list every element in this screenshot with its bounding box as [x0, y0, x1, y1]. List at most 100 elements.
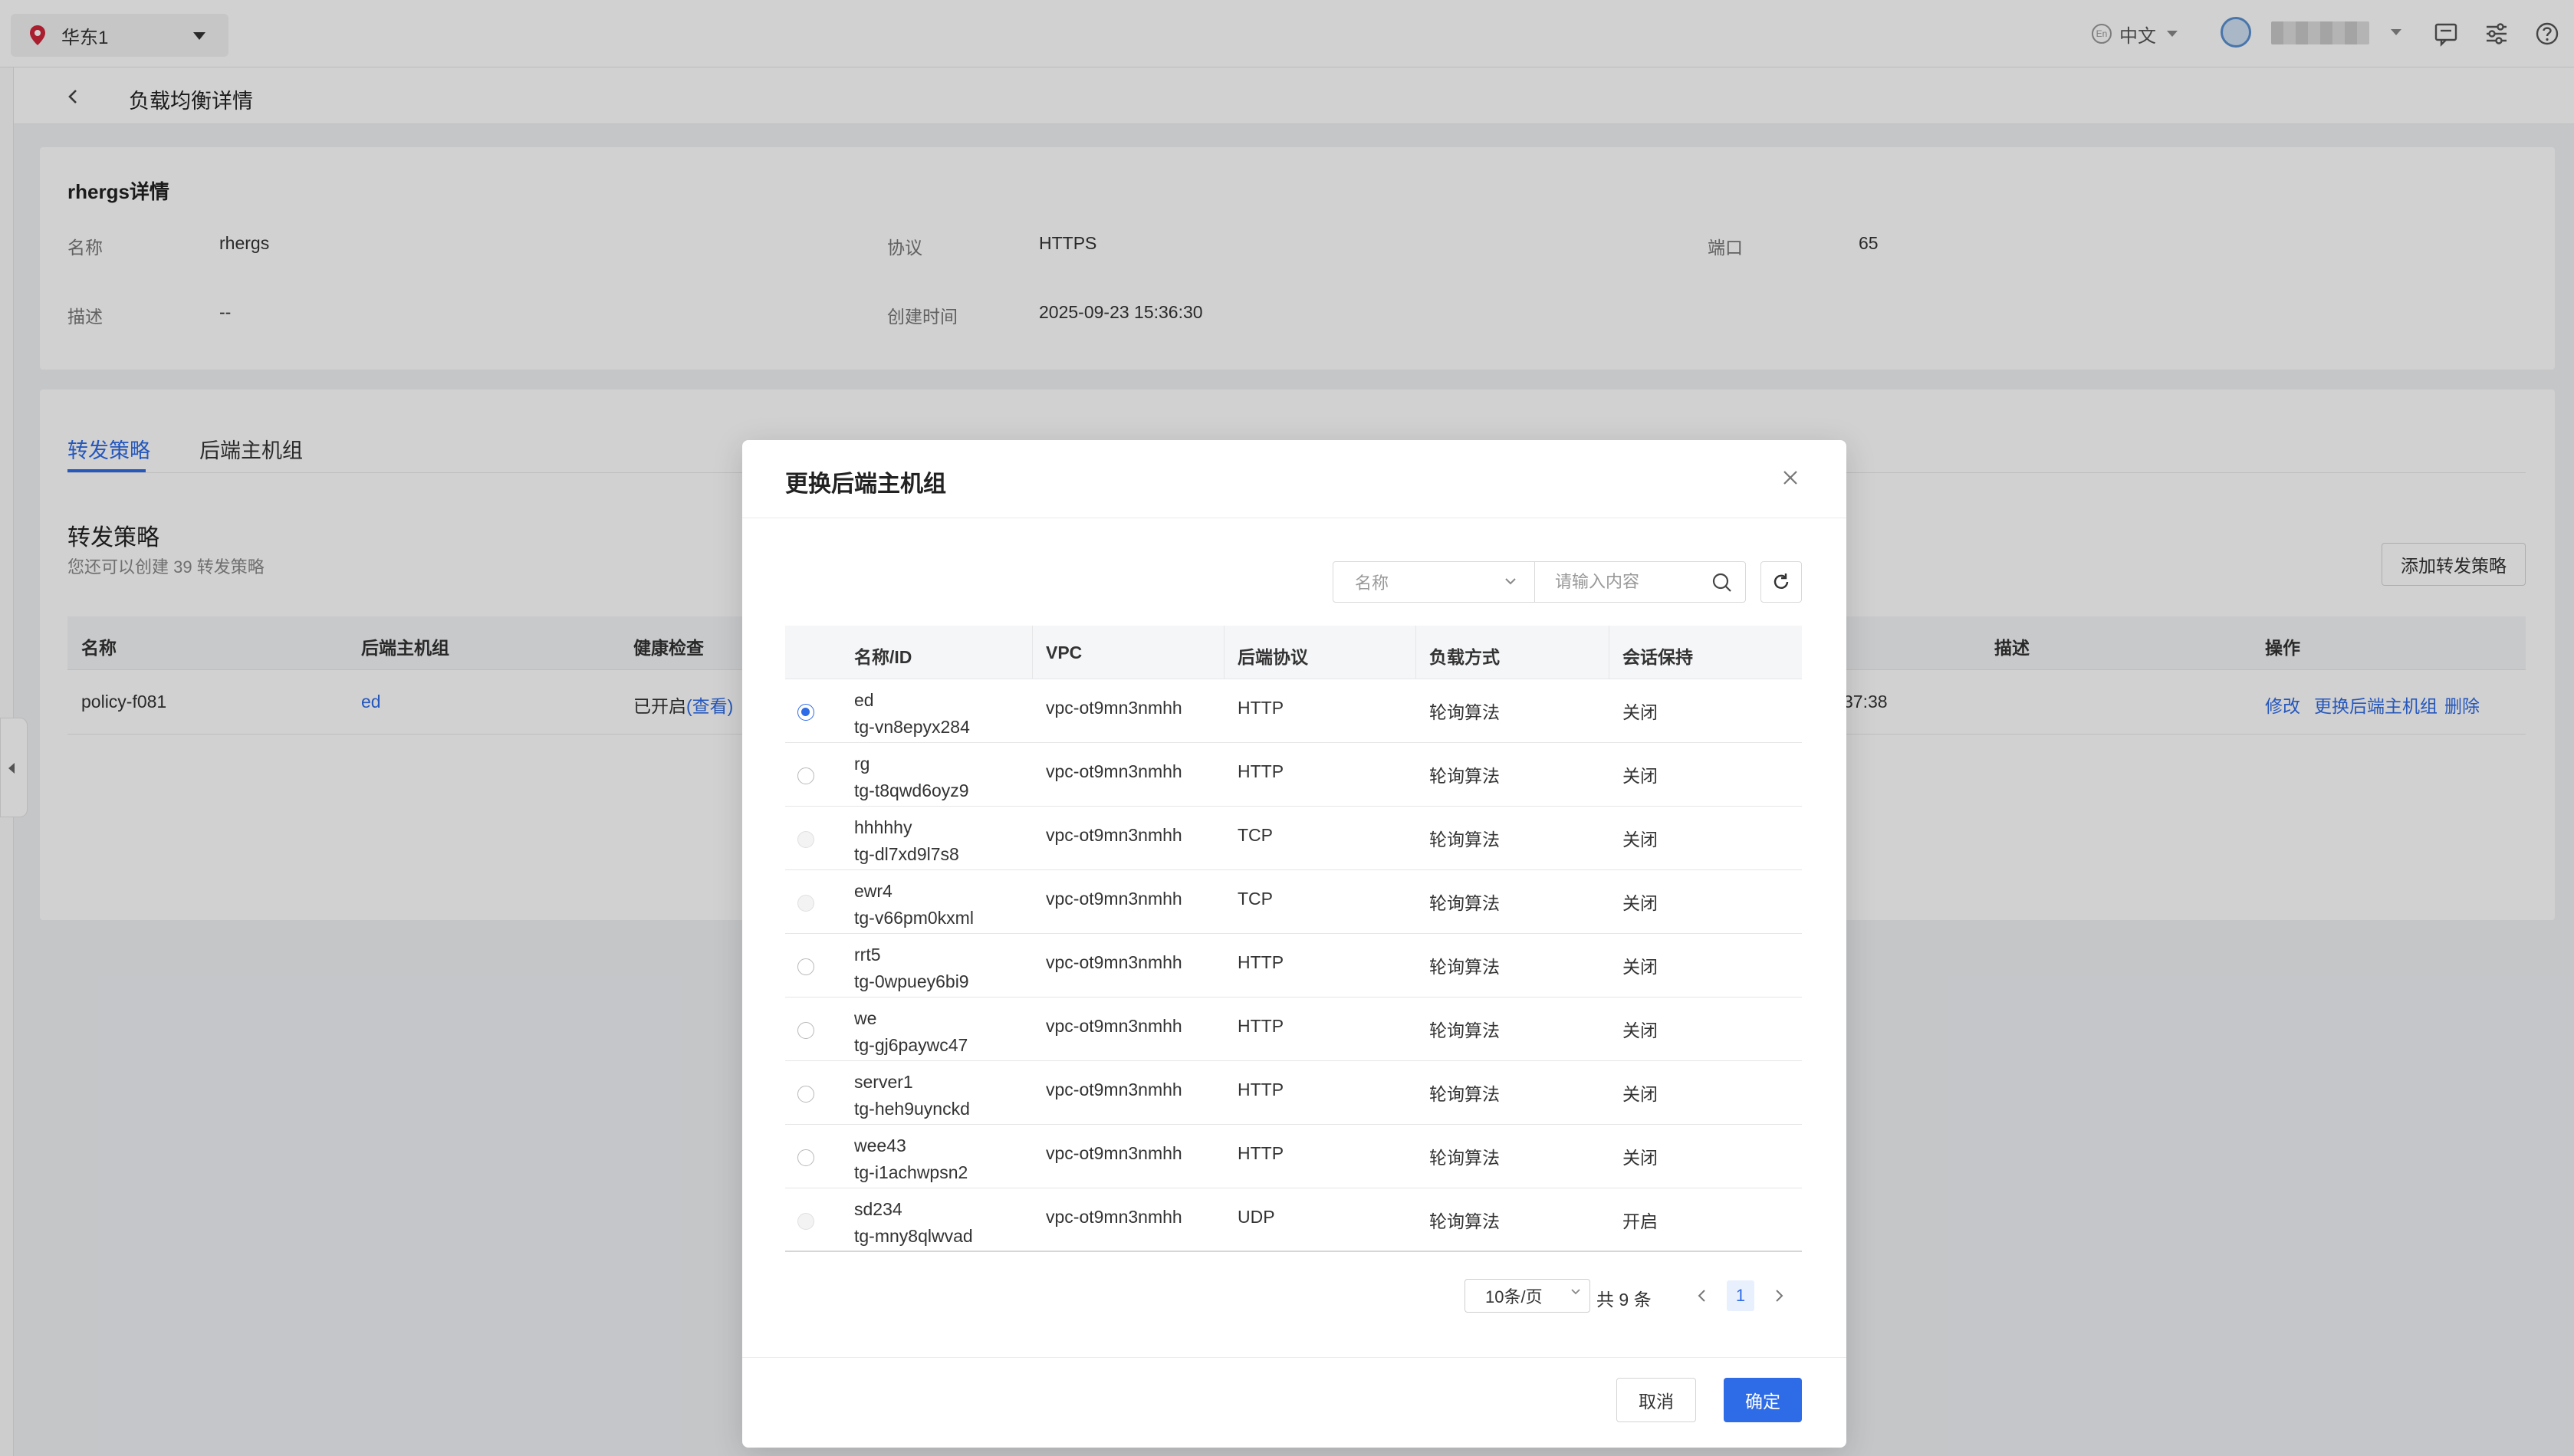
- dialog-footer: 取消 确定: [742, 1357, 1846, 1448]
- column-header-method: 负载方式: [1429, 647, 1500, 667]
- group-id: tg-vn8epyx284: [854, 717, 970, 737]
- group-method: 轮询算法: [1429, 893, 1500, 913]
- group-name: server1: [854, 1072, 913, 1092]
- table-body: ed tg-vn8epyx284 vpc-ot9mn3nmhh HTTP 轮询算法 关闭 r…: [785, 679, 1802, 1252]
- total-count: 共 9 条: [1596, 1290, 1652, 1310]
- column-header-protocol: 后端协议: [1238, 647, 1308, 667]
- row-radio[interactable]: [797, 767, 814, 784]
- group-session: 关闭: [1622, 1021, 1658, 1040]
- column-header-name-id: 名称/ID: [854, 647, 912, 667]
- cancel-button[interactable]: 取消: [1616, 1378, 1696, 1422]
- row-radio: [797, 831, 814, 848]
- row-radio[interactable]: [797, 1149, 814, 1166]
- group-vpc: vpc-ot9mn3nmhh: [1046, 1080, 1182, 1099]
- backend-group-table: 名称/ID VPC 后端协议 负载方式 会话保持 ed tg-vn8epyx284…: [785, 626, 1802, 1252]
- table-row[interactable]: ed tg-vn8epyx284 vpc-ot9mn3nmhh HTTP 轮询算法 关闭: [785, 679, 1802, 743]
- group-protocol: HTTP: [1238, 1080, 1284, 1099]
- column-header-session: 会话保持: [1622, 647, 1693, 667]
- group-method: 轮询算法: [1429, 830, 1500, 850]
- group-name: sd234: [854, 1199, 902, 1219]
- group-method: 轮询算法: [1429, 1084, 1500, 1104]
- page-size-label: 10条/页: [1485, 1287, 1543, 1306]
- group-id: tg-gj6paywc47: [854, 1035, 968, 1055]
- group-session: 关闭: [1622, 830, 1658, 850]
- table-row: hhhhhy tg-dl7xd9l7s8 vpc-ot9mn3nmhh TCP 轮询算法…: [785, 807, 1802, 870]
- next-page-icon[interactable]: [1770, 1287, 1788, 1305]
- group-session: 关闭: [1622, 1084, 1658, 1104]
- group-vpc: vpc-ot9mn3nmhh: [1046, 698, 1182, 718]
- table-row[interactable]: rg tg-t8qwd6oyz9 vpc-ot9mn3nmhh HTTP 轮询算法 关闭: [785, 743, 1802, 807]
- group-name-id: ewr4 tg-v66pm0kxml: [854, 878, 974, 932]
- group-name-id: server1 tg-heh9uynckd: [854, 1069, 970, 1122]
- refresh-icon: [1774, 574, 1789, 589]
- page-number-current[interactable]: 1: [1727, 1280, 1754, 1311]
- group-name: we: [854, 1008, 877, 1028]
- group-vpc: vpc-ot9mn3nmhh: [1046, 1016, 1182, 1036]
- group-name-id: ed tg-vn8epyx284: [854, 687, 970, 741]
- group-name: hhhhhy: [854, 817, 912, 837]
- group-id: tg-t8qwd6oyz9: [854, 781, 969, 800]
- group-name-id: wee43 tg-i1achwpsn2: [854, 1132, 968, 1186]
- group-method: 轮询算法: [1429, 1211, 1500, 1231]
- group-protocol: TCP: [1238, 889, 1273, 909]
- group-name: ed: [854, 690, 874, 710]
- group-method: 轮询算法: [1429, 1148, 1500, 1168]
- group-session: 关闭: [1622, 893, 1658, 913]
- table-row[interactable]: server1 tg-heh9uynckd vpc-ot9mn3nmhh HTTP 轮询…: [785, 1061, 1802, 1125]
- table-row[interactable]: we tg-gj6paywc47 vpc-ot9mn3nmhh HTTP 轮询算法 关闭: [785, 998, 1802, 1061]
- group-protocol: HTTP: [1238, 698, 1284, 718]
- group-id: tg-mny8qlwvad: [854, 1226, 973, 1246]
- group-id: tg-i1achwpsn2: [854, 1162, 968, 1182]
- row-radio[interactable]: [797, 1086, 814, 1103]
- row-radio[interactable]: [797, 1022, 814, 1039]
- group-name: wee43: [854, 1136, 906, 1155]
- group-vpc: vpc-ot9mn3nmhh: [1046, 952, 1182, 972]
- table-row: ewr4 tg-v66pm0kxml vpc-ot9mn3nmhh TCP 轮询算法 关闭: [785, 870, 1802, 934]
- group-vpc: vpc-ot9mn3nmhh: [1046, 1207, 1182, 1227]
- row-radio[interactable]: [797, 958, 814, 975]
- group-name-id: hhhhhy tg-dl7xd9l7s8: [854, 814, 959, 868]
- group-session: 关闭: [1622, 957, 1658, 977]
- chevron-down-icon: [1505, 578, 1516, 585]
- group-id: tg-0wpuey6bi9: [854, 971, 969, 991]
- group-session: 关闭: [1622, 702, 1658, 722]
- group-vpc: vpc-ot9mn3nmhh: [1046, 1143, 1182, 1163]
- table-row: sd234 tg-mny8qlwvad vpc-ot9mn3nmhh UDP 轮询算法 开…: [785, 1188, 1802, 1252]
- row-radio: [797, 895, 814, 912]
- group-vpc: vpc-ot9mn3nmhh: [1046, 761, 1182, 781]
- confirm-button[interactable]: 确定: [1724, 1378, 1802, 1422]
- group-name: rrt5: [854, 945, 881, 965]
- group-protocol: TCP: [1238, 825, 1273, 845]
- prev-page-icon[interactable]: [1693, 1287, 1711, 1305]
- group-name-id: sd234 tg-mny8qlwvad: [854, 1196, 973, 1250]
- group-protocol: UDP: [1238, 1207, 1275, 1227]
- refresh-button[interactable]: [1760, 561, 1802, 603]
- dialog-header: 更换后端主机组: [742, 440, 1846, 518]
- group-session: 关闭: [1622, 766, 1658, 786]
- page-size-select[interactable]: 10条/页: [1465, 1279, 1590, 1313]
- column-header-vpc: VPC: [1046, 643, 1083, 662]
- group-vpc: vpc-ot9mn3nmhh: [1046, 825, 1182, 845]
- dialog-title: 更换后端主机组: [785, 472, 946, 497]
- group-method: 轮询算法: [1429, 957, 1500, 977]
- column-divider: [1224, 626, 1225, 679]
- change-backend-group-dialog: 更换后端主机组 名称 名称/ID VPC 后端协议 负载方式: [742, 440, 1846, 1448]
- table-row[interactable]: wee43 tg-i1achwpsn2 vpc-ot9mn3nmhh HTTP 轮询算法…: [785, 1125, 1802, 1188]
- group-id: tg-v66pm0kxml: [854, 908, 974, 928]
- table-row[interactable]: rrt5 tg-0wpuey6bi9 vpc-ot9mn3nmhh HTTP 轮询算法 关…: [785, 934, 1802, 998]
- group-method: 轮询算法: [1429, 766, 1500, 786]
- group-name-id: rg tg-t8qwd6oyz9: [854, 751, 969, 804]
- group-session: 关闭: [1622, 1148, 1658, 1168]
- close-icon[interactable]: [1779, 466, 1802, 489]
- column-divider: [1415, 626, 1416, 679]
- group-name: ewr4: [854, 881, 893, 901]
- search-icon[interactable]: [1710, 570, 1734, 595]
- row-radio[interactable]: [797, 704, 814, 721]
- group-id: tg-dl7xd9l7s8: [854, 844, 959, 864]
- group-session: 开启: [1622, 1211, 1658, 1231]
- filter-field-select[interactable]: 名称: [1333, 561, 1535, 603]
- group-name-id: rrt5 tg-0wpuey6bi9: [854, 942, 969, 995]
- group-protocol: HTTP: [1238, 1143, 1284, 1163]
- table-header: 名称/ID VPC 后端协议 负载方式 会话保持: [785, 626, 1802, 679]
- row-radio: [797, 1213, 814, 1230]
